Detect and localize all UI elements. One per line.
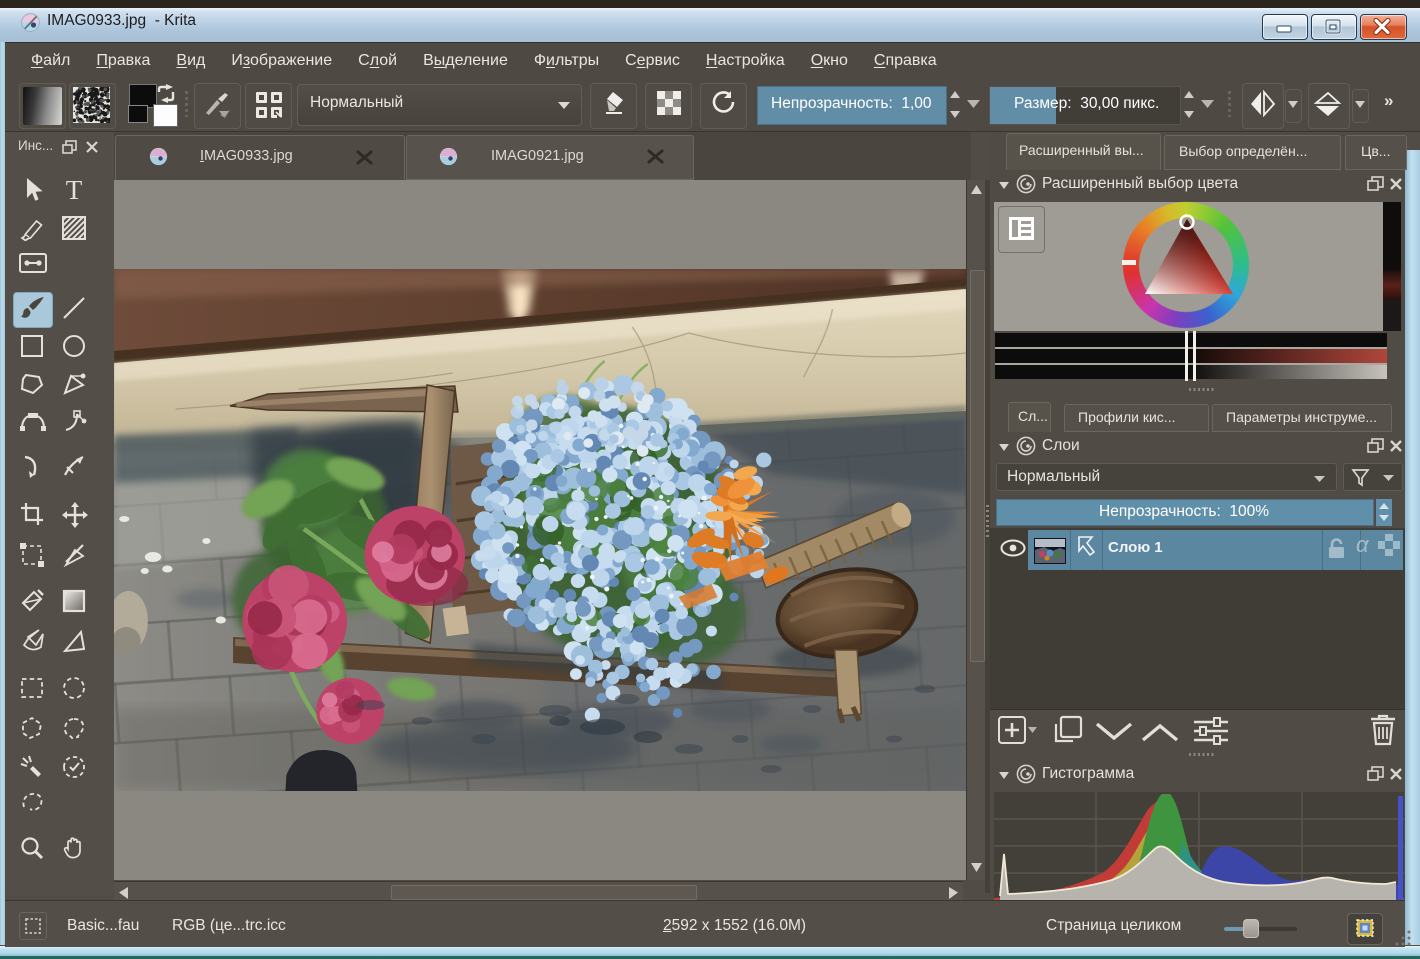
svg-text:T: T [66,176,83,204]
